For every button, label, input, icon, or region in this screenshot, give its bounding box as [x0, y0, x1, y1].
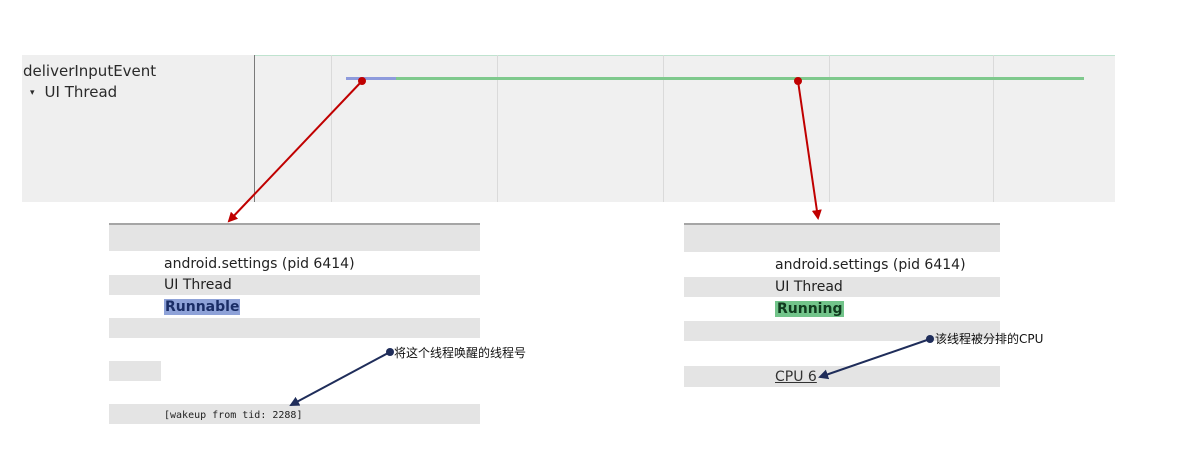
- navy-arrow-dot: [386, 348, 394, 356]
- red-arrow-runnable: [227, 80, 363, 223]
- red-arrow-dot: [358, 77, 366, 85]
- red-arrow-running: [797, 80, 822, 220]
- annotation-arrows: [227, 77, 934, 406]
- navy-arrow-dot: [926, 335, 934, 343]
- red-arrow-dot: [794, 77, 802, 85]
- navy-arrow-cpu: [818, 338, 931, 380]
- navy-arrow-wakeup: [289, 351, 391, 406]
